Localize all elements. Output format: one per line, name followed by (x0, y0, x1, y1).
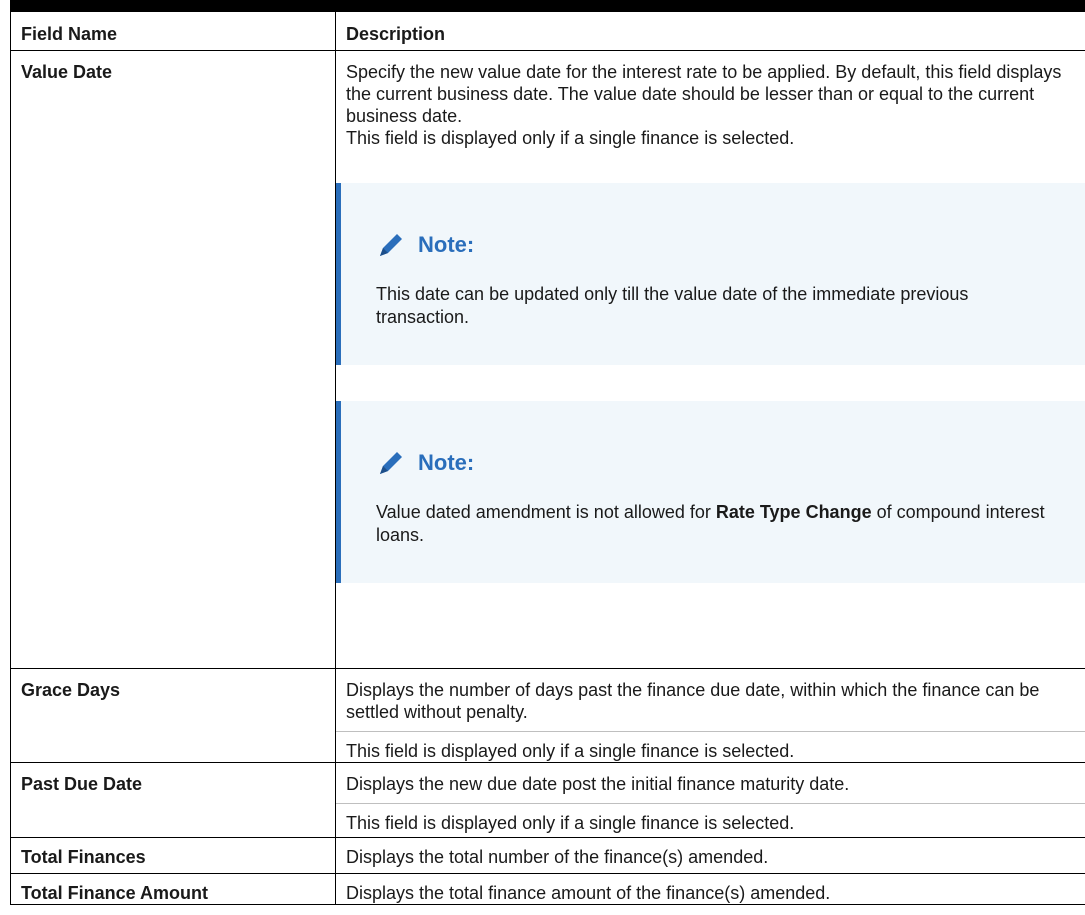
field-name-cell: Past Due Date (10, 762, 336, 838)
note-title: Note: (376, 231, 1066, 259)
description-text: Displays the new due date post the initi… (346, 774, 850, 794)
table-row: Total Finances Displays the total number… (10, 837, 1085, 874)
field-name-cell: Value Date (10, 50, 336, 669)
description-cell: Specify the new value date for the inter… (335, 50, 1085, 669)
field-name-cell: Grace Days (10, 668, 336, 763)
pencil-icon (380, 234, 402, 256)
description-cell: Displays the total number of the finance… (335, 837, 1085, 874)
description-text: Displays the total finance amount of the… (346, 883, 831, 903)
note-box: Note: This date can be updated only till… (336, 183, 1085, 365)
field-description-table: Field Name Description Value Date Specif… (10, 11, 1085, 905)
description-text: Specify the new value date for the inter… (346, 62, 1062, 126)
field-name: Total Finances (21, 847, 146, 867)
description-cell: Displays the number of days past the fin… (335, 668, 1085, 763)
description-text: Displays the total number of the finance… (346, 847, 769, 867)
field-name-cell: Total Finances (10, 837, 336, 874)
field-name: Value Date (21, 62, 113, 82)
description-text: This field is displayed only if a single… (336, 803, 1085, 834)
field-name: Past Due Date (21, 774, 143, 794)
description-text: This field is displayed only if a single… (336, 731, 1085, 762)
table-row: Total Finance Amount Displays the total … (10, 873, 1085, 905)
top-rule (10, 0, 1085, 11)
field-name: Grace Days (21, 680, 121, 700)
note-box: Note: Value dated amendment is not allow… (336, 401, 1085, 583)
field-name-cell: Total Finance Amount (10, 873, 336, 905)
table-row: Past Due Date Displays the new due date … (10, 762, 1085, 838)
field-name: Total Finance Amount (21, 883, 208, 903)
note-title: Note: (376, 449, 1066, 477)
header-field-name: Field Name (10, 11, 336, 51)
note-text: Value dated amendment is not allowed for… (376, 502, 1045, 545)
header-description: Description (335, 11, 1085, 51)
description-cell: Displays the new due date post the initi… (335, 762, 1085, 838)
description-cell: Displays the total finance amount of the… (335, 873, 1085, 905)
table-row: Grace Days Displays the number of days p… (10, 668, 1085, 763)
table-header-row: Field Name Description (10, 11, 1085, 51)
description-text: Displays the number of days past the fin… (346, 680, 1040, 722)
table-row: Value Date Specify the new value date fo… (10, 50, 1085, 669)
pencil-icon (380, 452, 402, 474)
note-text: This date can be updated only till the v… (376, 284, 969, 327)
description-text: This field is displayed only if a single… (346, 128, 795, 148)
